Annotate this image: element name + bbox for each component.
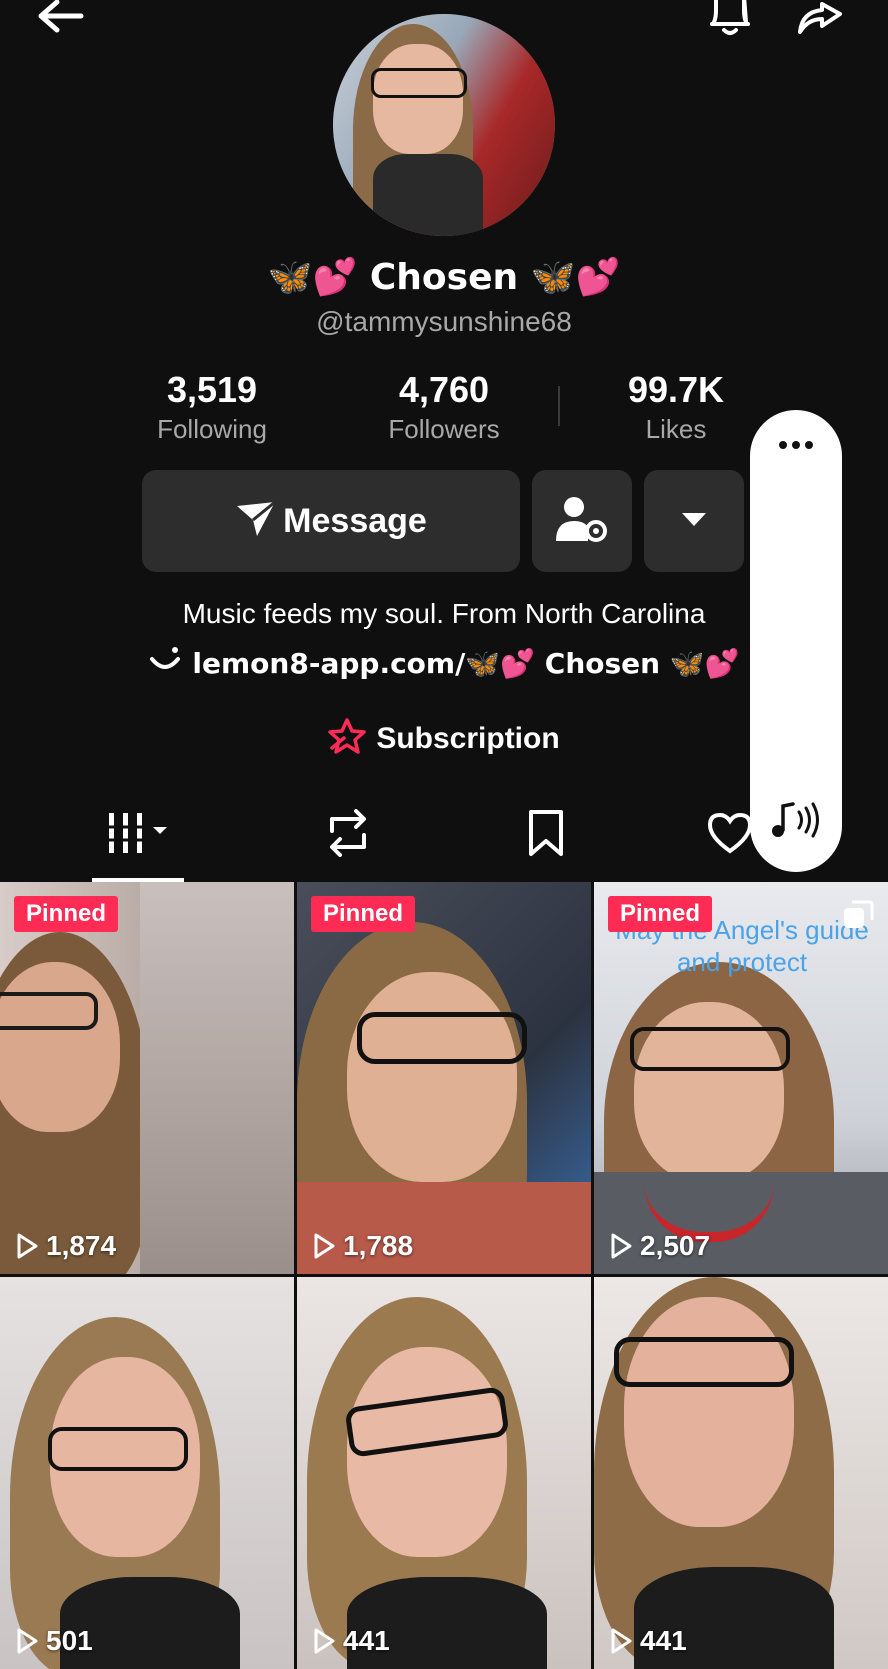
view-count: 501 xyxy=(16,1625,93,1657)
followers-label: Followers xyxy=(388,414,500,444)
bookmark-icon xyxy=(526,809,566,862)
share-button[interactable] xyxy=(790,0,850,40)
following-count: 3,519 xyxy=(166,369,258,410)
video-thumbnail[interactable]: 441 xyxy=(297,1277,591,1669)
more-options-dropdown[interactable] xyxy=(644,470,744,572)
stats-divider xyxy=(558,386,560,426)
tab-reposts[interactable] xyxy=(302,800,394,870)
bell-icon xyxy=(706,0,754,41)
arrow-left-icon xyxy=(35,0,85,41)
play-icon xyxy=(314,1628,335,1654)
view-count: 1,788 xyxy=(313,1230,413,1262)
tab-videos[interactable] xyxy=(92,800,184,870)
followers-count: 4,760 xyxy=(398,369,490,410)
send-icon xyxy=(235,500,277,543)
video-thumbnail[interactable]: Pinned 1,874 xyxy=(0,882,294,1274)
subscription-label: Subscription xyxy=(376,721,560,755)
pinned-badge: Pinned xyxy=(14,896,119,932)
repost-icon xyxy=(322,808,374,862)
pinned-badge: Pinned xyxy=(311,896,416,932)
play-icon xyxy=(17,1628,38,1654)
play-icon xyxy=(611,1628,632,1654)
display-name: 🦋💕 Chosen 🦋💕 xyxy=(267,257,621,298)
stat-followers[interactable]: 4,760 Followers xyxy=(354,370,534,446)
message-button[interactable]: Message xyxy=(142,470,520,572)
play-icon xyxy=(17,1233,38,1259)
person-settings-icon xyxy=(554,493,610,550)
tab-favorites[interactable] xyxy=(500,800,592,870)
multi-photo-icon xyxy=(842,900,874,935)
music-sound-icon[interactable] xyxy=(750,800,842,840)
friends-settings-button[interactable] xyxy=(532,470,632,572)
back-button[interactable] xyxy=(30,0,90,40)
notification-button[interactable] xyxy=(700,0,760,40)
view-count: 441 xyxy=(313,1625,390,1657)
following-label: Following xyxy=(157,414,267,444)
view-count: 2,507 xyxy=(610,1230,710,1262)
video-thumbnail[interactable]: Pinned 1,788 xyxy=(297,882,591,1274)
video-thumbnail[interactable]: 501 xyxy=(0,1277,294,1669)
videos-grid-icon xyxy=(105,811,171,860)
avatar[interactable] xyxy=(333,14,555,236)
likes-count: 99.7K xyxy=(627,369,725,410)
pinned-badge: Pinned xyxy=(608,896,713,932)
likes-label: Likes xyxy=(645,414,707,444)
play-icon xyxy=(611,1233,632,1259)
caret-down-icon xyxy=(681,511,707,532)
star-badge-icon xyxy=(328,718,367,759)
floating-side-panel[interactable] xyxy=(750,410,842,872)
message-label: Message xyxy=(283,501,427,540)
username-handle: @tammysunshine68 xyxy=(316,306,572,337)
liked-icon xyxy=(706,811,754,860)
stat-likes[interactable]: 99.7K Likes xyxy=(586,370,766,446)
share-arrow-icon xyxy=(794,0,846,41)
link-smile-icon xyxy=(148,645,182,682)
stat-following[interactable]: 3,519 Following xyxy=(122,370,302,446)
more-dots-icon[interactable] xyxy=(750,440,842,450)
video-thumbnail[interactable]: 441 xyxy=(594,1277,888,1669)
view-count: 1,874 xyxy=(16,1230,116,1262)
play-icon xyxy=(314,1233,335,1259)
video-thumbnail[interactable]: May the Angel's guide and protect Pinned… xyxy=(594,882,888,1274)
bio-link-text: lemon8-app.com/🦋💕 Chosen 🦋💕 xyxy=(192,647,740,680)
view-count: 441 xyxy=(610,1625,687,1657)
video-grid: Pinned 1,874 Pinned 1,788 May the Angel'… xyxy=(0,882,888,1669)
